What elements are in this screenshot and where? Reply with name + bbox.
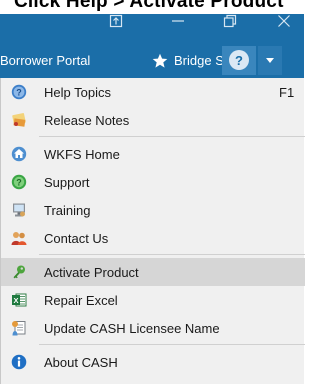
menu-item-contact-us[interactable]: Contact Us: [1, 224, 305, 252]
svg-text:X: X: [13, 296, 18, 305]
menu-item-label: Release Notes: [44, 112, 130, 128]
menu-item-label: Repair Excel: [44, 292, 118, 308]
svg-text:?: ?: [16, 178, 22, 188]
menu-item-help-topics[interactable]: ? Help Topics F1: [1, 78, 305, 106]
help-button[interactable]: ?: [222, 46, 256, 75]
home-icon: [11, 146, 27, 162]
support-icon: ?: [11, 174, 27, 190]
menu-separator: [39, 344, 305, 345]
info-icon: [11, 354, 27, 370]
pin-icon: [109, 14, 123, 28]
menu-item-label: Contact Us: [44, 230, 109, 246]
borrower-portal-button[interactable]: Borrower Portal: [0, 43, 90, 78]
shortcut-label: F1: [279, 84, 295, 100]
help-dropdown-button[interactable]: [258, 46, 282, 75]
menu-item-label: Training: [44, 202, 91, 218]
menu-item-label: Activate Product: [44, 264, 139, 280]
menu-item-update-licensee-name[interactable]: Update CASH Licensee Name: [1, 314, 305, 342]
menu-item-about-cash[interactable]: About CASH: [1, 348, 305, 376]
help-menu: ? Help Topics F1 Release Notes WKFS Home…: [0, 78, 305, 384]
close-icon: [278, 15, 290, 27]
svg-text:?: ?: [16, 88, 22, 98]
minimize-icon: [172, 20, 184, 22]
menu-item-wkfs-home[interactable]: WKFS Home: [1, 140, 305, 168]
menu-item-label: WKFS Home: [44, 146, 120, 162]
contact-icon: [11, 232, 27, 245]
update-icon: [12, 321, 26, 336]
excel-icon: X: [12, 293, 27, 307]
star-icon: [152, 53, 168, 69]
menu-item-label: About CASH: [44, 354, 118, 370]
caption-text: Click Help > Activate Product: [14, 0, 284, 12]
menu-separator: [39, 136, 305, 137]
menu-item-activate-product[interactable]: Activate Product: [1, 258, 305, 286]
ribbon-toolbar: Borrower Portal Bridge Status ?: [0, 43, 304, 78]
restore-icon: [223, 14, 237, 28]
menu-item-support[interactable]: ? Support: [1, 168, 305, 196]
borrower-portal-label: Borrower Portal: [0, 53, 91, 68]
help-icon: ?: [11, 84, 27, 100]
menu-item-repair-excel[interactable]: X Repair Excel: [1, 286, 305, 314]
training-icon: [13, 203, 25, 217]
menu-item-release-notes[interactable]: Release Notes: [1, 106, 305, 134]
menu-item-training[interactable]: Training: [1, 196, 305, 224]
chevron-down-icon: [266, 58, 274, 63]
menu-item-label: Help Topics: [44, 84, 111, 100]
notes-icon: [12, 113, 26, 127]
key-icon: [13, 265, 25, 279]
help-circle-icon: ?: [229, 50, 249, 70]
menu-separator: [39, 254, 305, 255]
menu-item-label: Update CASH Licensee Name: [44, 320, 220, 336]
help-glyph: ?: [235, 52, 243, 68]
menu-item-label: Support: [44, 174, 90, 190]
instruction-caption: Click Help > Activate Product: [0, 0, 304, 14]
